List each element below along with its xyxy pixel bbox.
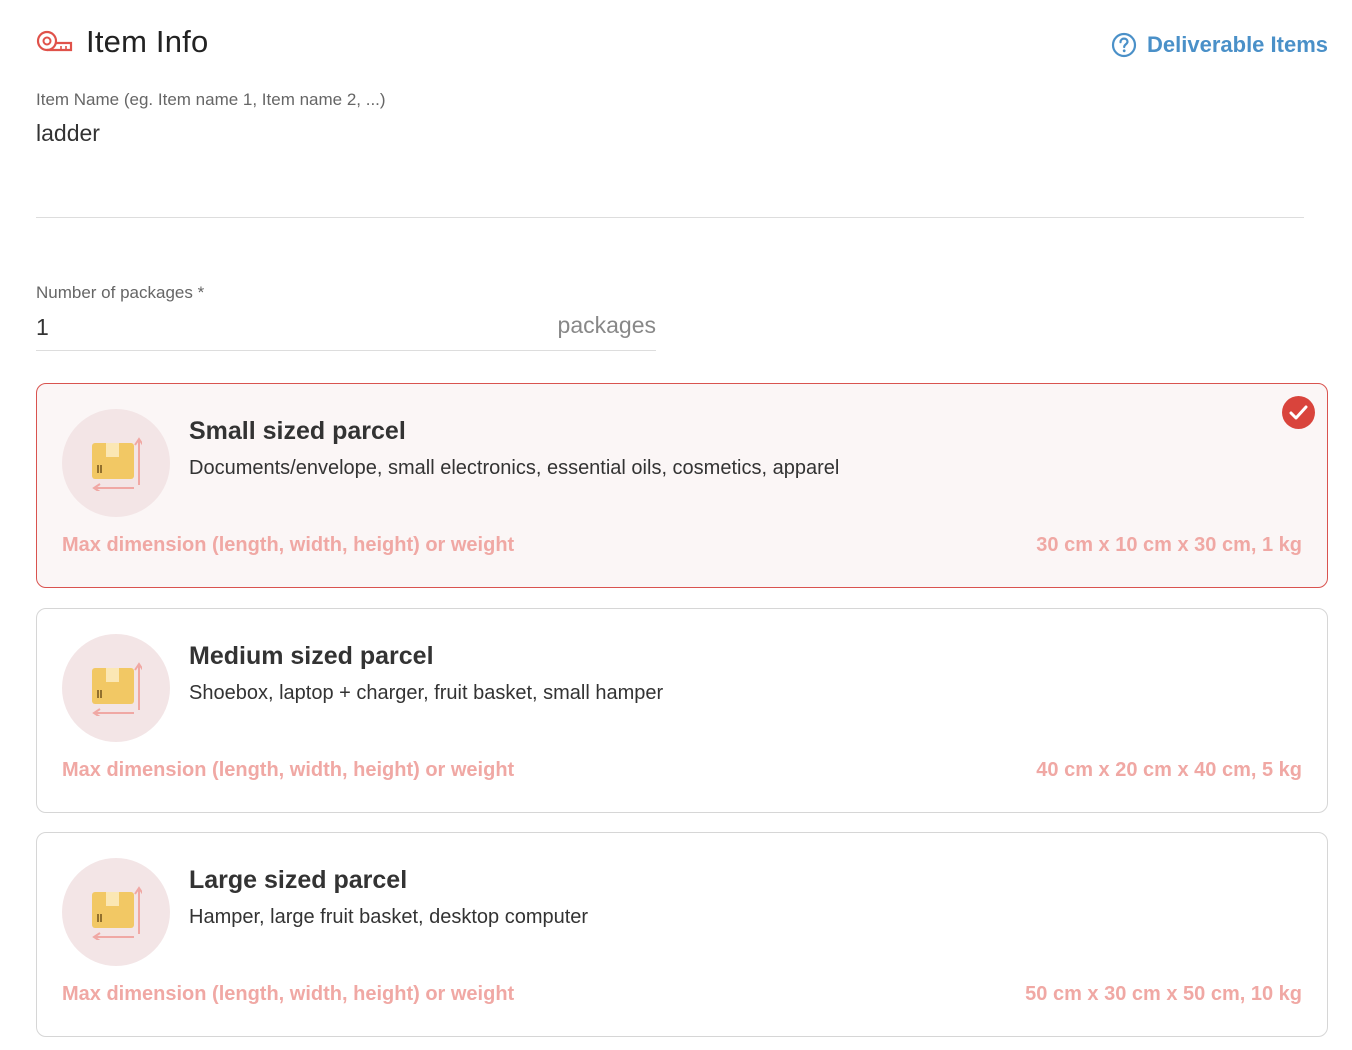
packages-input[interactable]: 1 packages — [36, 312, 656, 351]
required-mark: * — [197, 283, 205, 302]
parcel-option-medium[interactable]: Medium sized parcel Shoebox, laptop + ch… — [36, 608, 1328, 813]
item-name-underline — [36, 217, 1304, 218]
page-title: Item Info — [86, 24, 209, 59]
parcel-dimension-value: 50 cm x 30 cm x 50 cm, 10 kg — [1025, 983, 1302, 1005]
question-circle-icon — [1111, 32, 1137, 58]
item-name-label: Item Name (eg. Item name 1, Item name 2,… — [36, 90, 386, 109]
deliverable-items-label: Deliverable Items — [1147, 32, 1328, 57]
parcel-dimension-value: 40 cm x 20 cm x 40 cm, 5 kg — [1036, 759, 1302, 781]
parcel-box-icon — [62, 858, 170, 966]
parcel-dimension-value: 30 cm x 10 cm x 30 cm, 1 kg — [1036, 534, 1302, 556]
packages-label: Number of packages * — [36, 283, 204, 303]
selected-check-icon — [1282, 396, 1315, 429]
parcel-description: Hamper, large fruit basket, desktop comp… — [189, 906, 589, 928]
deliverable-items-link[interactable]: Deliverable Items — [1111, 32, 1328, 58]
parcel-title: Large sized parcel — [189, 866, 408, 894]
parcel-title: Medium sized parcel — [189, 642, 434, 670]
packages-value: 1 — [36, 314, 49, 340]
parcel-option-large[interactable]: Large sized parcel Hamper, large fruit b… — [36, 832, 1328, 1037]
section-header: Item Info Deliverable Items — [36, 22, 1328, 66]
parcel-dimension-label: Max dimension (length, width, height) or… — [62, 534, 515, 556]
parcel-dimension-label: Max dimension (length, width, height) or… — [62, 759, 515, 781]
parcel-description: Shoebox, laptop + charger, fruit basket,… — [189, 682, 664, 704]
measuring-tape-icon — [36, 30, 74, 54]
parcel-box-icon — [62, 634, 170, 742]
packages-unit: packages — [557, 312, 656, 338]
parcel-box-icon — [62, 409, 170, 517]
parcel-title: Small sized parcel — [189, 417, 406, 445]
parcel-description: Documents/envelope, small electronics, e… — [189, 457, 840, 479]
item-name-input[interactable]: ladder — [36, 120, 100, 147]
parcel-option-small[interactable]: Small sized parcel Documents/envelope, s… — [36, 383, 1328, 588]
parcel-dimension-label: Max dimension (length, width, height) or… — [62, 983, 515, 1005]
packages-label-text: Number of packages — [36, 283, 193, 302]
